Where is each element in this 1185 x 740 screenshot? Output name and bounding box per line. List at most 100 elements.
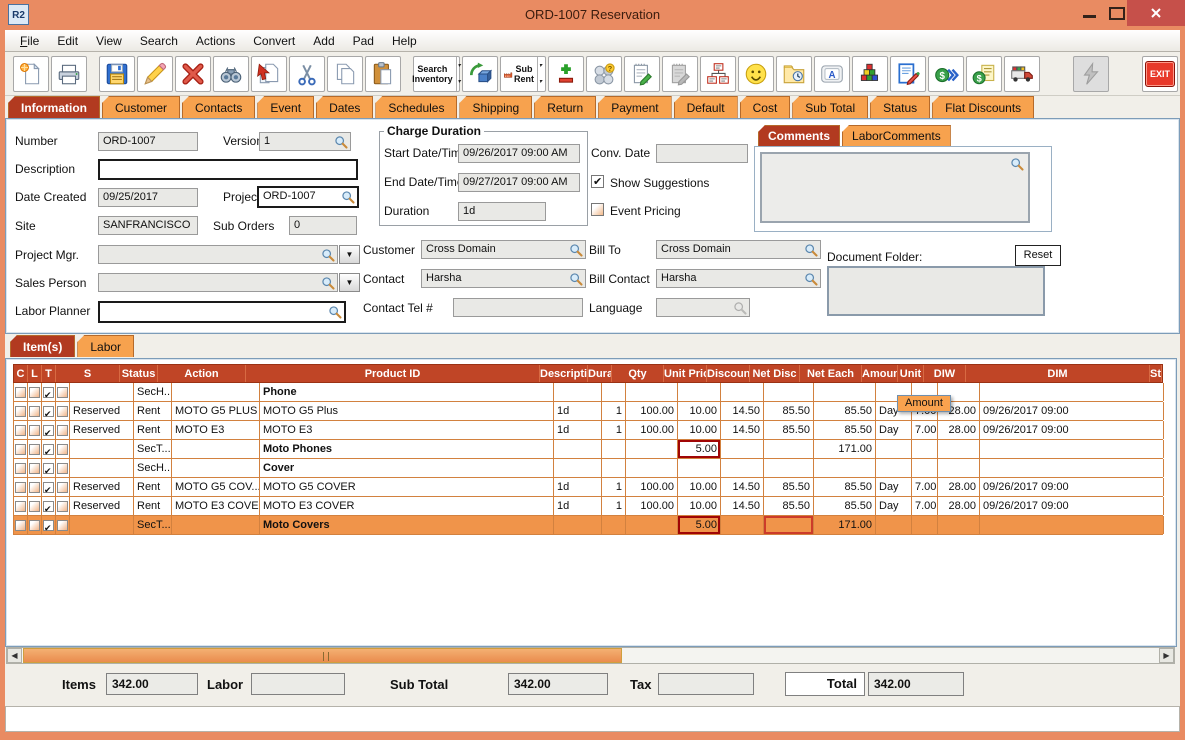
table-row[interactable]: Reserved Rent MOTO E3 MOTO E3 1d 1 100.0… [13, 421, 1164, 440]
cell-diw[interactable] [912, 440, 938, 458]
cell-s[interactable] [56, 402, 70, 420]
dropdown-arrows-icon[interactable]: ▾ ▾ [536, 56, 543, 91]
dropdown-arrows-icon[interactable]: ▾ ▾ [455, 56, 462, 91]
close-button[interactable] [1127, 0, 1185, 26]
cell-net-disc[interactable]: 14.50 [721, 421, 764, 439]
exit-button[interactable]: EXIT ▾▾ [1142, 55, 1178, 92]
cell-t[interactable] [42, 421, 56, 439]
cell-discount[interactable] [678, 383, 721, 401]
cell-c[interactable] [14, 516, 28, 534]
table-row[interactable]: SecH... Cover [13, 459, 1164, 478]
cell-qty[interactable]: 1 [602, 497, 626, 515]
cell-action[interactable]: SecT... [134, 516, 172, 534]
main-tab[interactable]: Contacts [182, 96, 256, 118]
cell-t[interactable] [42, 383, 56, 401]
cell-net-disc[interactable] [721, 440, 764, 458]
cell-amount[interactable]: 85.50 [814, 497, 876, 515]
cell-amount[interactable] [814, 383, 876, 401]
cell-unit[interactable] [876, 516, 912, 534]
search-inventory-button[interactable]: Search Inventory ▾ ▾ [412, 55, 462, 92]
cell-duration[interactable]: 1d [554, 421, 602, 439]
end-datetime-field[interactable]: 09/27/2017 09:00 AM [458, 173, 580, 192]
checkbox-l[interactable] [29, 443, 40, 455]
cell-qty[interactable] [602, 459, 626, 477]
checkbox-c[interactable] [15, 443, 26, 455]
save-button[interactable]: ▾▾ [99, 55, 135, 92]
grid-column-header[interactable]: C [14, 365, 28, 382]
checkbox-l[interactable] [29, 519, 40, 531]
cell-description[interactable]: MOTO G5 Plus [260, 402, 554, 420]
grid-column-header[interactable]: DIW [924, 365, 966, 382]
cell-dim[interactable]: 28.00 [938, 497, 980, 515]
cell-s[interactable] [56, 440, 70, 458]
menu-item[interactable]: Search [131, 32, 187, 50]
duration-field[interactable]: 1d [458, 202, 546, 221]
cell-net-disc[interactable]: 14.50 [721, 478, 764, 496]
cell-c[interactable] [14, 459, 28, 477]
checkbox-c[interactable] [15, 424, 26, 436]
cell-start-date[interactable] [980, 440, 1164, 458]
cell-action[interactable]: SecT... [134, 440, 172, 458]
project-field[interactable]: ORD-1007 [257, 186, 359, 208]
sub-orders-field[interactable]: 0 [289, 216, 357, 235]
main-tab[interactable]: Flat Discounts [932, 96, 1035, 118]
sales-person-dropdown[interactable]: ▼ [339, 273, 360, 292]
cell-net-each[interactable]: 85.50 [764, 497, 814, 515]
cell-start-date[interactable] [980, 459, 1164, 477]
grid-column-header[interactable]: Status [120, 365, 158, 382]
billing-note-button[interactable]: ▾▾ [966, 55, 1002, 92]
checkbox-s[interactable] [57, 424, 68, 436]
objects-button[interactable]: ▾▾ [461, 55, 498, 92]
cell-unit-price[interactable] [626, 383, 678, 401]
cell-s[interactable] [56, 421, 70, 439]
conv-date-field[interactable] [656, 144, 748, 163]
cell-start-date[interactable] [980, 516, 1164, 534]
cell-t[interactable] [42, 478, 56, 496]
cell-s[interactable] [56, 497, 70, 515]
cell-diw[interactable]: 7.00 [912, 478, 938, 496]
grid-column-header[interactable]: S [56, 365, 120, 382]
grid-column-header[interactable]: Start Date [1150, 365, 1162, 382]
cell-l[interactable] [28, 402, 42, 420]
minimize-button[interactable] [1079, 6, 1101, 24]
cell-amount[interactable]: 85.50 [814, 421, 876, 439]
menu-item[interactable]: View [87, 32, 131, 50]
main-tab[interactable]: Cost [739, 96, 791, 118]
table-row[interactable]: SecT... Moto Phones 5.00 171.00 [13, 440, 1164, 459]
cell-start-date[interactable]: 09/26/2017 09:00 [980, 478, 1164, 496]
main-tab[interactable]: Event [257, 96, 315, 118]
checkbox-s[interactable] [57, 462, 68, 474]
schedule-notes-button[interactable]: ▾▾ [662, 55, 698, 92]
checkbox-c[interactable] [15, 500, 26, 512]
cell-net-disc[interactable]: 14.50 [721, 497, 764, 515]
document-folder-box[interactable] [827, 266, 1045, 316]
cell-t[interactable] [42, 516, 56, 534]
event-pricing-checkbox[interactable] [591, 203, 604, 216]
cell-dim[interactable] [938, 516, 980, 534]
cell-unit[interactable]: Day [876, 478, 912, 496]
maximize-button[interactable] [1109, 7, 1125, 20]
main-tab[interactable]: Sub Total [792, 96, 869, 118]
cell-description[interactable]: Moto Covers [260, 516, 554, 534]
cell-c[interactable] [14, 383, 28, 401]
main-tab[interactable]: Dates [316, 96, 374, 118]
cell-product-id[interactable] [172, 516, 260, 534]
main-tab[interactable]: Payment [598, 96, 672, 118]
checkbox-t[interactable] [43, 443, 54, 458]
checkbox-l[interactable] [29, 424, 40, 436]
cell-status[interactable]: Reserved [70, 478, 134, 496]
checkbox-t[interactable] [43, 424, 54, 439]
cell-discount[interactable]: 5.00 [678, 440, 721, 458]
edit-button[interactable]: ▾▾ [137, 55, 173, 92]
cell-status[interactable]: Reserved [70, 421, 134, 439]
checkbox-t[interactable] [43, 500, 54, 515]
sub-rent-button[interactable]: Sub Rent ▾ ▾ [499, 55, 546, 92]
cell-discount[interactable]: 5.00 [678, 516, 721, 534]
cell-product-id[interactable] [172, 459, 260, 477]
cell-action[interactable]: Rent [134, 497, 172, 515]
menu-item[interactable]: Edit [48, 32, 87, 50]
magnifier-icon[interactable] [804, 243, 818, 257]
cell-c[interactable] [14, 421, 28, 439]
cell-unit-price[interactable] [626, 459, 678, 477]
cell-dim[interactable]: 28.00 [938, 421, 980, 439]
